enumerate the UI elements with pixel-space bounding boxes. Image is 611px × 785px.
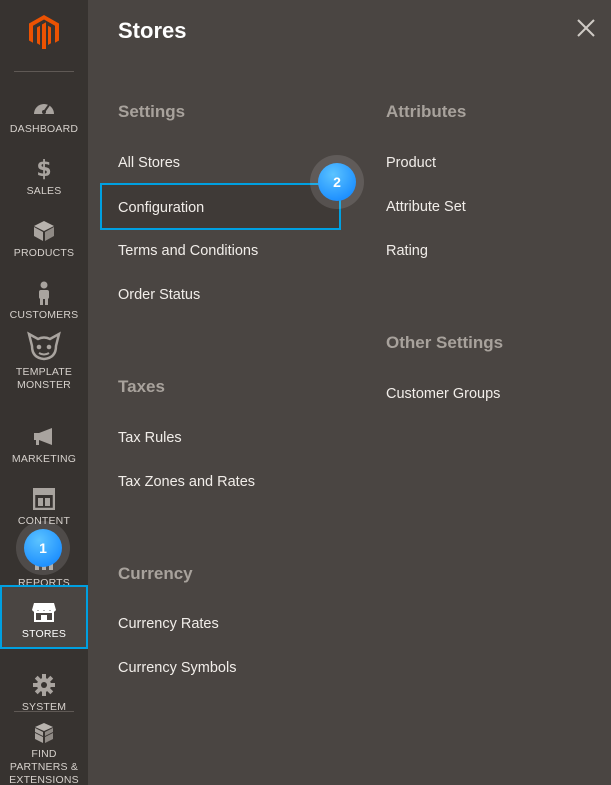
sidebar-item-stores[interactable]: STORES xyxy=(0,585,88,649)
sidebar-divider xyxy=(14,711,74,712)
magento-logo-icon xyxy=(29,15,59,49)
sidebar-item-label: FIND PARTNERS & EXTENSIONS xyxy=(9,748,79,785)
person-icon xyxy=(32,281,56,305)
template-monster-icon xyxy=(26,330,62,362)
close-button[interactable] xyxy=(574,16,598,40)
group-title-attributes: Attributes xyxy=(386,102,467,121)
admin-sidebar: DASHBOARD $ SALES PRODUCTS CUSTOMERS TEM… xyxy=(0,0,88,785)
group-title-settings: Settings xyxy=(118,102,186,121)
sidebar-item-marketing[interactable]: MARKETING xyxy=(0,410,88,472)
sidebar-item-find-partners[interactable]: FIND PARTNERS & EXTENSIONS xyxy=(0,718,88,785)
sidebar-item-label: SALES xyxy=(26,185,62,197)
menu-link-rating[interactable]: Rating xyxy=(386,243,428,259)
dollar-icon: $ xyxy=(36,156,52,182)
box-icon xyxy=(32,220,56,242)
menu-link-attribute-set[interactable]: Attribute Set xyxy=(386,199,466,215)
menu-link-terms-and-conditions[interactable]: Terms and Conditions xyxy=(118,243,258,259)
magento-logo[interactable] xyxy=(0,0,88,64)
sidebar-item-label: PRODUCTS xyxy=(13,247,75,259)
megaphone-icon xyxy=(32,426,56,448)
menu-link-product[interactable]: Product xyxy=(386,155,436,171)
layout-icon xyxy=(32,488,56,510)
sidebar-item-products[interactable]: PRODUCTS xyxy=(0,204,88,266)
menu-link-order-status[interactable]: Order Status xyxy=(118,287,200,303)
store-icon xyxy=(32,601,56,623)
sidebar-item-template-monster[interactable]: TEMPLATE MONSTER xyxy=(0,325,88,397)
sidebar-item-label: MARKETING xyxy=(11,453,77,465)
sidebar-item-label: STORES xyxy=(21,628,67,640)
close-icon xyxy=(577,19,595,37)
menu-link-configuration[interactable]: Configuration xyxy=(118,200,204,216)
step-badge-2: 2 xyxy=(318,163,356,201)
page-title: Stores xyxy=(118,18,187,43)
gear-icon xyxy=(32,674,56,696)
menu-link-currency-rates[interactable]: Currency Rates xyxy=(118,616,219,632)
cubes-icon xyxy=(32,722,56,744)
menu-link-customer-groups[interactable]: Customer Groups xyxy=(386,386,500,402)
group-title-taxes: Taxes xyxy=(118,377,165,396)
sidebar-item-sales[interactable]: $ SALES xyxy=(0,142,88,204)
dashboard-icon xyxy=(32,96,56,118)
step-badge-1: 1 xyxy=(24,529,62,567)
group-title-currency: Currency xyxy=(118,564,193,583)
sidebar-item-label: CUSTOMERS xyxy=(9,309,79,321)
menu-link-currency-symbols[interactable]: Currency Symbols xyxy=(118,660,236,676)
group-title-other-settings: Other Settings xyxy=(386,333,504,352)
sidebar-item-label: SYSTEM xyxy=(21,701,67,713)
sidebar-divider xyxy=(14,71,74,72)
menu-link-tax-zones-and-rates[interactable]: Tax Zones and Rates xyxy=(118,474,255,490)
sidebar-item-label: DASHBOARD xyxy=(9,123,79,135)
menu-item-configuration-highlight[interactable]: Configuration xyxy=(100,183,341,230)
sidebar-item-customers[interactable]: CUSTOMERS xyxy=(0,266,88,328)
sidebar-item-label: TEMPLATE MONSTER xyxy=(15,366,73,391)
menu-link-tax-rules[interactable]: Tax Rules xyxy=(118,430,182,446)
menu-link-all-stores[interactable]: All Stores xyxy=(118,155,180,171)
sidebar-item-dashboard[interactable]: DASHBOARD xyxy=(0,80,88,142)
